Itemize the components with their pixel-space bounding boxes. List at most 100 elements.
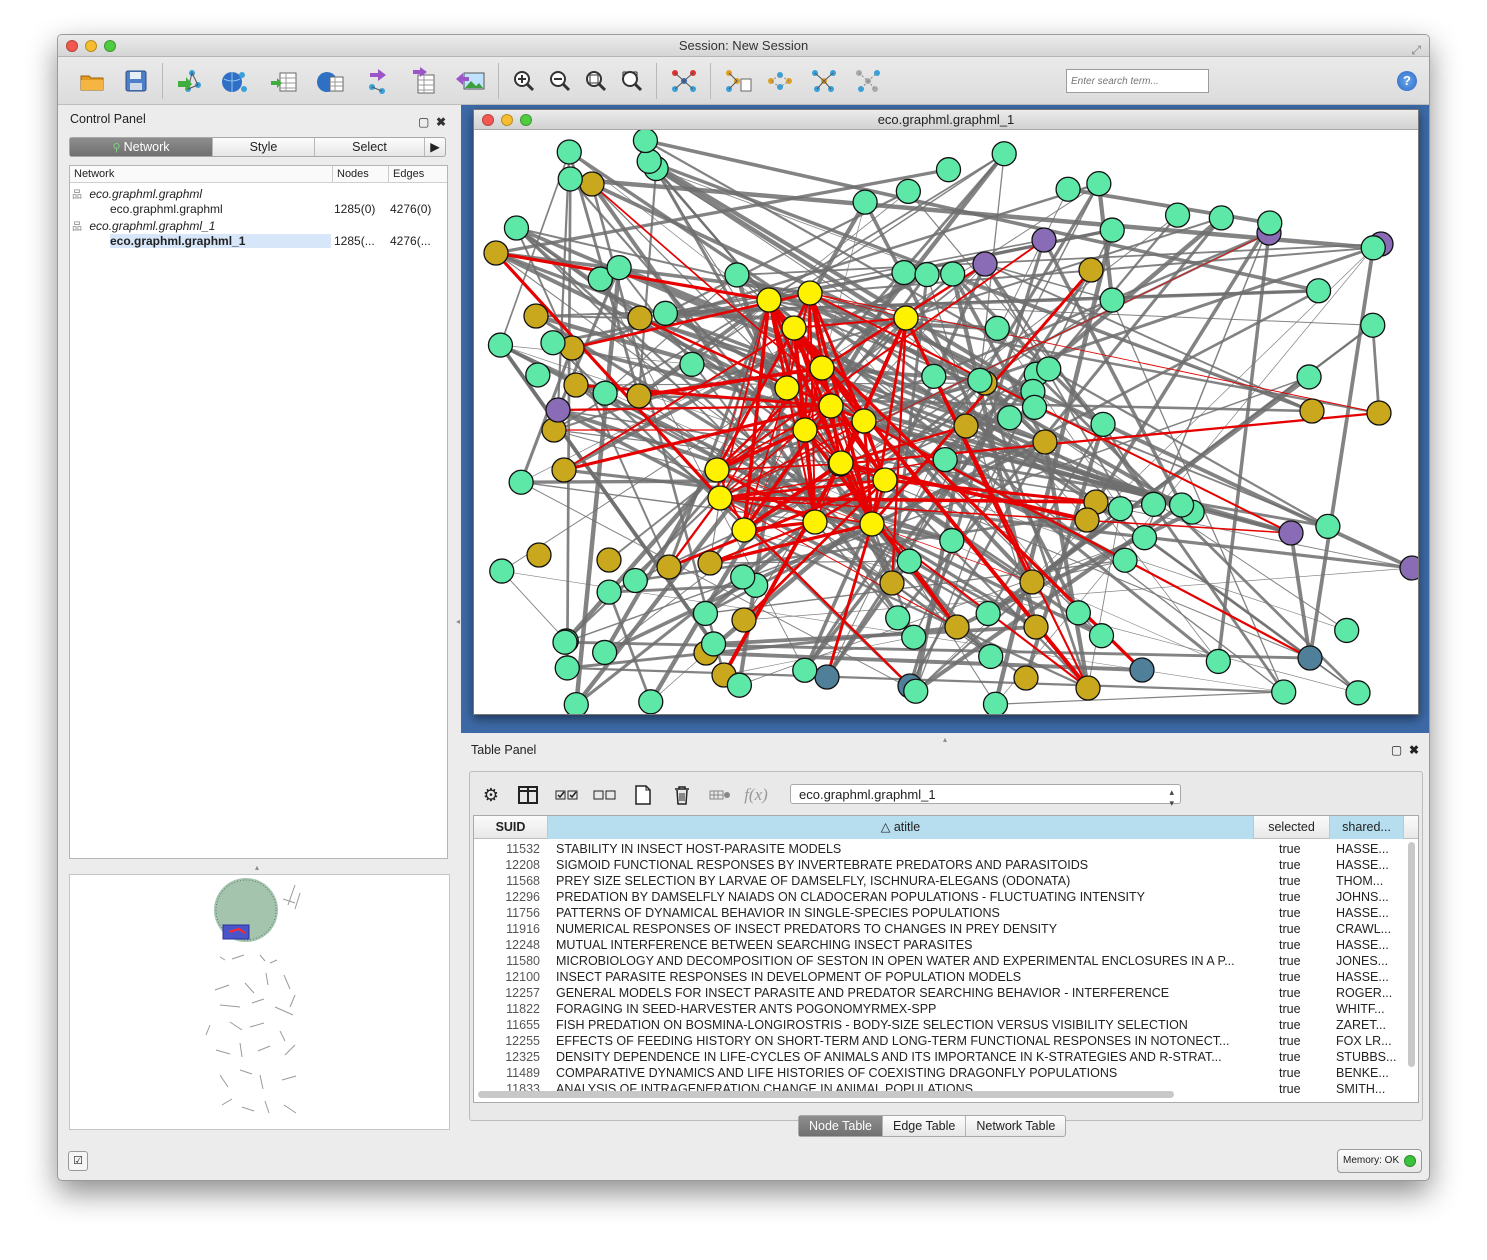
network-node[interactable] xyxy=(487,332,514,358)
table-row[interactable]: 11916 NUMERICAL RESPONSES OF INSECT PREDA… xyxy=(474,921,1404,937)
network-node[interactable] xyxy=(932,447,958,473)
table-row[interactable]: 11568 PREY SIZE SELECTION BY LARVAE OF DA… xyxy=(474,873,1404,889)
table-row[interactable]: 12257 GENERAL MODELS FOR INSECT PARASITE … xyxy=(474,985,1404,1001)
import-network-file-button[interactable] xyxy=(174,65,206,97)
network-node[interactable] xyxy=(1013,665,1039,691)
network-node[interactable] xyxy=(1257,210,1283,236)
network-node[interactable] xyxy=(503,215,530,241)
network-node[interactable] xyxy=(626,383,652,409)
network-node[interactable] xyxy=(879,570,905,596)
network-node[interactable] xyxy=(891,259,917,286)
selected-node[interactable] xyxy=(792,417,818,443)
close-window-button[interactable] xyxy=(66,40,78,52)
tab-select[interactable]: Select xyxy=(315,138,425,156)
network-node[interactable] xyxy=(489,558,515,584)
selected-node[interactable] xyxy=(809,355,835,381)
float-panel-icon[interactable]: ▢ xyxy=(418,112,429,132)
network-node[interactable] xyxy=(1164,202,1191,228)
network-node[interactable] xyxy=(525,362,551,388)
network-node[interactable] xyxy=(1065,600,1091,626)
show-columns-button[interactable] xyxy=(515,782,541,808)
close-panel-icon[interactable]: ✖ xyxy=(1409,743,1419,757)
network-canvas[interactable] xyxy=(474,127,1419,715)
network-node[interactable] xyxy=(563,691,589,715)
network-node[interactable] xyxy=(1090,411,1116,437)
memory-status-button[interactable]: Memory: OK xyxy=(1337,1149,1422,1173)
minimize-window-button[interactable] xyxy=(85,40,97,52)
selected-node[interactable] xyxy=(704,457,730,483)
network-node[interactable] xyxy=(1088,623,1115,649)
network-node[interactable] xyxy=(483,240,509,266)
network-node[interactable] xyxy=(1360,235,1386,261)
selected-edge[interactable] xyxy=(557,404,832,412)
network-node[interactable] xyxy=(1205,648,1231,675)
table-options-button[interactable]: ⚙ xyxy=(478,782,504,808)
network-node[interactable] xyxy=(656,554,682,580)
network-node[interactable] xyxy=(554,655,580,681)
network-node[interactable] xyxy=(975,600,1001,627)
network-node[interactable] xyxy=(1078,257,1104,283)
network-node[interactable] xyxy=(1399,555,1419,581)
network-node[interactable] xyxy=(563,372,589,398)
deselect-all-attributes-button[interactable] xyxy=(592,782,618,808)
first-neighbors-button[interactable] xyxy=(722,65,754,97)
network-node[interactable] xyxy=(1129,657,1155,683)
atitle-column-header[interactable]: △ atitle xyxy=(548,816,1254,839)
network-node[interactable] xyxy=(940,261,966,287)
collection-row[interactable]: 品 eco.graphml.graphml xyxy=(72,186,447,202)
network-node[interactable] xyxy=(700,631,727,657)
import-table-file-button[interactable] xyxy=(268,65,300,97)
network-node[interactable] xyxy=(1055,176,1081,202)
network-node[interactable] xyxy=(1315,513,1341,540)
network-node[interactable] xyxy=(1140,491,1167,517)
table-vertical-scrollbar[interactable] xyxy=(1408,842,1415,1067)
network-node[interactable] xyxy=(1099,287,1125,313)
network-node[interactable] xyxy=(896,548,922,574)
splitter-handle[interactable]: ▴ xyxy=(255,863,259,872)
network-node[interactable] xyxy=(901,624,927,650)
table-row[interactable]: 11580 MICROBIOLOGY AND DECOMPOSITION OF S… xyxy=(474,953,1404,969)
task-history-button[interactable]: ☑ xyxy=(68,1151,88,1171)
import-table-url-button[interactable] xyxy=(314,65,346,97)
network-node[interactable] xyxy=(991,141,1017,167)
vertical-splitter-handle[interactable]: ◂ xyxy=(456,617,460,626)
network-node[interactable] xyxy=(579,171,605,197)
network-node[interactable] xyxy=(885,605,911,631)
save-session-button[interactable] xyxy=(120,65,152,97)
selected-node[interactable] xyxy=(818,393,844,419)
network-column-header[interactable]: Network xyxy=(74,168,114,180)
tab-more-arrow[interactable]: ▶ xyxy=(425,138,445,156)
table-row[interactable]: 11532 STABILITY IN INSECT HOST-PARASITE M… xyxy=(474,841,1404,857)
network-node[interactable] xyxy=(556,139,582,165)
network-edge[interactable] xyxy=(501,570,567,642)
network-edge[interactable] xyxy=(1095,501,1219,662)
network-node[interactable] xyxy=(1168,492,1195,518)
selected-node[interactable] xyxy=(851,408,877,434)
network-node[interactable] xyxy=(1345,680,1371,706)
network-node[interactable] xyxy=(632,127,659,154)
selected-node[interactable] xyxy=(859,511,885,537)
network-node[interactable] xyxy=(627,305,653,331)
tab-network-table[interactable]: Network Table xyxy=(966,1116,1065,1136)
tab-style[interactable]: Style xyxy=(213,138,315,156)
network-node[interactable] xyxy=(692,600,719,627)
import-network-url-button[interactable] xyxy=(218,65,250,97)
network-node[interactable] xyxy=(622,567,648,594)
network-node[interactable] xyxy=(636,148,662,174)
network-node[interactable] xyxy=(1036,356,1062,382)
network-node[interactable] xyxy=(552,629,578,655)
zoom-in-button[interactable] xyxy=(508,65,540,97)
network-edge[interactable] xyxy=(1371,325,1381,414)
function-builder-button[interactable]: f(x) xyxy=(743,782,769,808)
network-node[interactable] xyxy=(967,367,993,393)
network-node[interactable] xyxy=(652,300,679,326)
open-session-button[interactable] xyxy=(76,65,108,97)
table-row[interactable]: 12100 INSECT PARASITE RESPONSES IN DEVELO… xyxy=(474,969,1404,985)
minimize-view-button[interactable] xyxy=(501,114,513,126)
search-input[interactable] xyxy=(1066,69,1209,93)
table-row[interactable]: 11655 FISH PREDATION ON BOSMINA-LONGIROST… xyxy=(474,1017,1404,1033)
network-node[interactable] xyxy=(1366,400,1392,426)
network-node[interactable] xyxy=(953,413,979,439)
float-panel-icon[interactable]: ▢ xyxy=(1391,743,1402,757)
collection-row[interactable]: 品 eco.graphml.graphml_1 xyxy=(72,218,447,234)
